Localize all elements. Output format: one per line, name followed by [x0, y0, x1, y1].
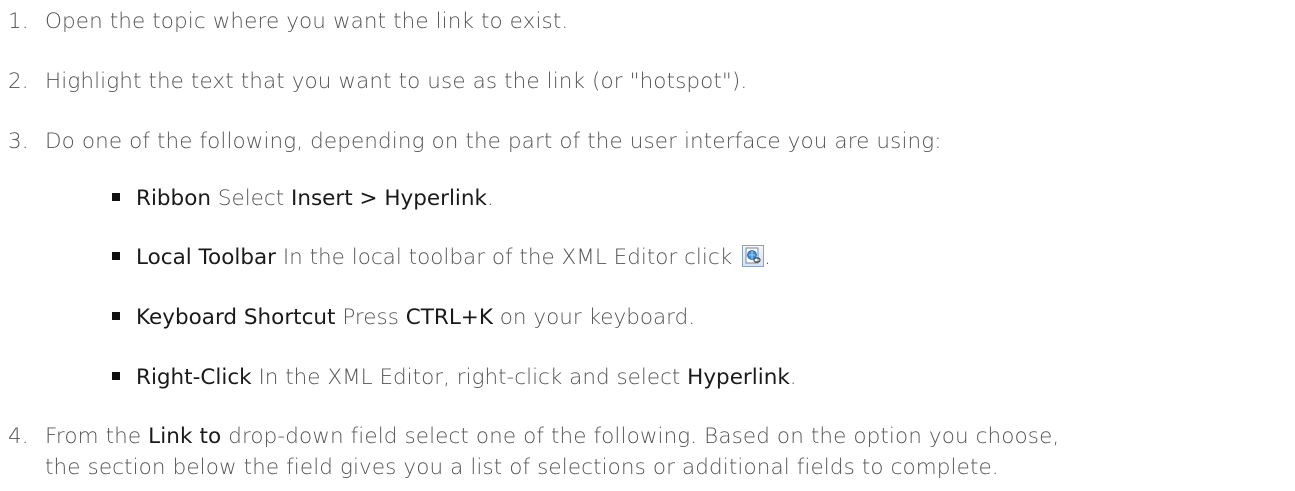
- option-command: CTRL+K: [405, 305, 493, 330]
- step-number: 1.: [8, 9, 29, 34]
- step-text: Open the topic where you want the link t…: [45, 9, 569, 34]
- bullet-square-icon: [112, 252, 120, 260]
- step-3: 3. Do one of the following, depending on …: [0, 127, 942, 157]
- bullet-square-icon: [112, 372, 120, 380]
- step-number: 4.: [8, 424, 29, 449]
- step-text: Highlight the text that you want to use …: [45, 69, 748, 94]
- option-command: Hyperlink: [687, 365, 790, 390]
- step-4: 4. From the Link to drop-down field selec…: [0, 422, 1059, 452]
- step-1: 1. Open the topic where you want the link…: [0, 7, 568, 37]
- step-number: 3.: [8, 129, 29, 154]
- option-text: Select: [211, 186, 291, 211]
- step-text: Do one of the following, depending on th…: [45, 129, 942, 154]
- step-text: From the: [45, 424, 149, 449]
- option-keyboard-shortcut: Keyboard Shortcut Press CTRL+K on your k…: [112, 303, 695, 333]
- step-text: the section below the field gives you a …: [45, 455, 999, 480]
- step-number: 2.: [8, 69, 29, 94]
- step-4-continuation: the section below the field gives you a …: [45, 453, 999, 483]
- option-label: Right-Click: [136, 365, 252, 390]
- option-text: Press: [335, 305, 406, 330]
- option-label: Local Toolbar: [136, 245, 276, 270]
- option-label: Ribbon: [136, 186, 211, 211]
- option-command: Insert > Hyperlink: [291, 186, 487, 211]
- bullet-square-icon: [112, 312, 120, 320]
- procedure-document: 1. Open the topic where you want the link…: [0, 0, 1295, 491]
- insert-hyperlink-icon: [741, 245, 764, 267]
- option-text: In the local toolbar of the XML Editor c…: [275, 245, 739, 270]
- bullet-square-icon: [112, 193, 120, 201]
- step-2: 2. Highlight the text that you want to us…: [0, 67, 747, 97]
- link-to-field-name: Link to: [148, 424, 222, 449]
- option-ribbon: Ribbon Select Insert > Hyperlink.: [112, 184, 494, 214]
- option-text: In the XML Editor, right-click and selec…: [251, 365, 688, 390]
- option-local-toolbar: Local Toolbar In the local toolbar of th…: [112, 243, 771, 273]
- option-label: Keyboard Shortcut: [136, 305, 336, 330]
- option-right-click: Right-Click In the XML Editor, right-cli…: [112, 363, 797, 393]
